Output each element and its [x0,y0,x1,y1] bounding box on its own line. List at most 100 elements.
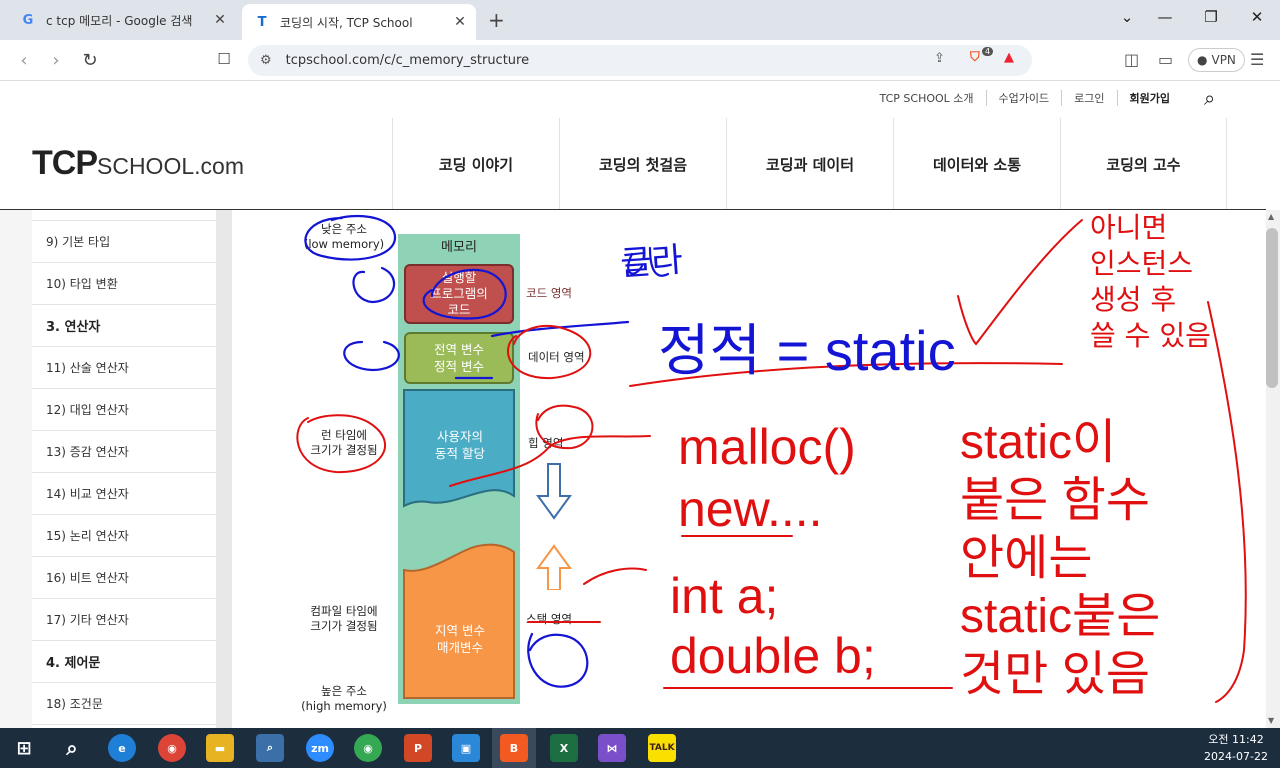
sidebar-item[interactable]: 10) 타입 변환 [32,263,216,305]
visual-studio-icon[interactable]: ⋈ [598,734,626,762]
menu-guide[interactable]: 수업가이드 [987,90,1063,106]
new-tab-icon[interactable]: + [488,8,505,32]
chrome-icon[interactable]: ◉ [158,734,186,762]
site-search-icon[interactable]: ⌕ [1204,86,1215,110]
sidebar-item[interactable]: 13) 증감 연산자 [32,431,216,473]
close-window-icon[interactable]: ✕ [1242,8,1272,26]
nav-coding-master[interactable]: 코딩의 고수 [1060,118,1227,210]
nav-coding-story[interactable]: 코딩 이야기 [392,118,559,210]
sidebar-item[interactable]: 11) 산술 연산자 [32,347,216,389]
magnifier-app-icon[interactable]: ⌕ [256,734,284,762]
menu-signup[interactable]: 회원가입 [1118,90,1182,106]
sidebar-item[interactable]: 15) 논리 연산자 [32,515,216,557]
site-logo[interactable]: TCPSCHOOL.com [32,144,244,183]
nav-coding-first-step[interactable]: 코딩의 첫걸음 [559,118,726,210]
int-line: int a; [670,568,779,624]
low-address-circle [304,214,397,261]
windows-taskbar [0,728,1280,768]
brave-rewards-icon[interactable]: ▲ [1004,50,1014,65]
sidebar-item[interactable] [32,210,216,221]
forward-icon[interactable]: › [44,50,68,71]
google-favicon-icon: G [22,12,34,28]
excel-icon[interactable]: X [550,734,578,762]
url-text: tcpschool.com/c/c_memory_structure [285,53,530,68]
tcpschool-favicon-icon: T [257,14,267,30]
edge-icon[interactable]: e [108,734,136,762]
brave-badge: 4 [982,47,994,56]
sidebar-item[interactable]: 4. 제어문 [32,641,216,683]
address-bar[interactable]: ⚙ tcpschool.com/c/c_memory_structure ⇪ ⛉… [248,45,1032,76]
back-icon[interactable]: ‹ [12,50,36,71]
close-tab-icon[interactable]: ✕ [210,12,230,28]
static-function-note: static이 붙은 함수 안에는 static붙은 것만 있음 [960,414,1160,704]
browser-tab-strip: G c tcp 메모리 - Google 검색 ✕ T 코딩의 시작, TCP … [0,0,1280,40]
reload-icon[interactable]: ↻ [78,50,102,71]
static-fn-line-4: static붙은 [960,590,1161,643]
close-tab-icon[interactable]: ✕ [450,14,470,30]
circle-three [527,632,589,688]
powerpoint-icon[interactable]: P [404,734,432,762]
right-bracket-line [1207,301,1247,703]
menu-about[interactable]: TCP SCHOOL 소개 [868,90,987,106]
sidebar-item[interactable]: 16) 비트 연산자 [32,557,216,599]
code-block-circle [422,268,507,320]
blue-strokes [304,214,670,688]
brave-taskbar-icon[interactable]: B [500,734,528,762]
tab-google-search[interactable]: G c tcp 메모리 - Google 검색 ✕ [8,4,236,36]
restore-icon[interactable]: ❐ [1196,8,1226,26]
taskbar-clock[interactable]: 오전 11:42 2024-07-22 [1196,731,1276,765]
minimize-icon[interactable]: — [1150,8,1180,26]
file-explorer-icon[interactable]: ▬ [206,734,234,762]
tab-search-chevron-icon[interactable]: ⌄ [1112,8,1142,26]
chrome-profile-icon[interactable]: ◉ [354,734,382,762]
sidebar-toggle-icon[interactable]: ◫ [1124,50,1139,69]
instance-note-line-2: 인스턴스 [1090,247,1194,280]
site-info-icon[interactable]: ⚙ [260,53,272,68]
brave-shield-icon[interactable]: ⛉ [970,50,980,65]
site-top-menu: TCP SCHOOL 소개 수업가이드 로그인 회원가입 [868,90,1182,106]
sidebar-item[interactable]: 12) 대입 연산자 [32,389,216,431]
tab-tcpschool[interactable]: T 코딩의 시작, TCP School ✕ [242,4,476,40]
data-area-circle [507,325,592,380]
sidebar: 9) 기본 타입 10) 타입 변환 3. 연산자 11) 산술 연산자 12) 대입 … [32,210,216,728]
tab-title: 코딩의 시작, TCP School [280,15,413,30]
instance-note-line-1: 아니면 [1090,211,1168,244]
double-line: double b; [670,628,876,684]
tab-title: c tcp 메모리 - Google 검색 [46,13,193,28]
logo-small: SCHOOL.com [97,153,244,179]
page-scrollbar-thumb[interactable] [1266,228,1278,388]
sidebar-item[interactable]: 14) 비교 연산자 [32,473,216,515]
menu-icon[interactable]: ☰ [1250,50,1264,69]
menu-login[interactable]: 로그인 [1062,90,1118,106]
scroll-up-icon[interactable]: ▲ [1268,212,1274,221]
taskbar-search-icon[interactable]: ⌕ [58,734,86,762]
zoom-icon[interactable]: zm [306,734,334,762]
windows-start-icon[interactable]: ⊞ [10,734,38,762]
instance-note-line-4: 쓸 수 있음 [1090,319,1211,352]
sidebar-item[interactable]: 17) 기타 연산자 [32,599,216,641]
kakaotalk-icon[interactable]: TALK [648,734,676,762]
blue-annotation-word: 클라 [618,239,685,285]
nav-data-communication[interactable]: 데이터와 소통 [893,118,1060,210]
main-nav: 코딩 이야기 코딩의 첫걸음 코딩과 데이터 데이터와 소통 코딩의 고수 [392,118,1227,210]
app-icon[interactable]: ▣ [452,734,480,762]
sidebar-item[interactable]: 3. 연산자 [32,305,216,347]
runtime-circle [296,414,387,474]
sidebar-item[interactable]: 18) 조건문 [32,683,216,725]
check-mark [957,219,1083,346]
share-icon[interactable]: ⇪ [934,51,945,66]
vpn-button[interactable]: ● VPN [1188,48,1245,72]
bookmark-icon[interactable]: ☐ [212,50,236,68]
vpn-dot-icon: ● [1197,53,1208,67]
wallet-icon[interactable]: ▭ [1158,50,1173,69]
clock-time: 오전 11:42 [1208,733,1264,746]
static-fn-line-3: 안에는 [960,532,1093,585]
scroll-down-icon[interactable]: ▼ [1268,716,1274,725]
instance-note: 아니면 인스턴스 생성 후 쓸 수 있음 [1090,210,1211,354]
static-fn-line-1: static이 [960,416,1117,469]
new-line: new.... [678,481,823,537]
sidebar-item[interactable]: 9) 기본 타입 [32,221,216,263]
instance-note-line-3: 생성 후 [1090,283,1177,316]
nav-coding-data[interactable]: 코딩과 데이터 [726,118,893,210]
stack-to-int-line [583,567,647,585]
